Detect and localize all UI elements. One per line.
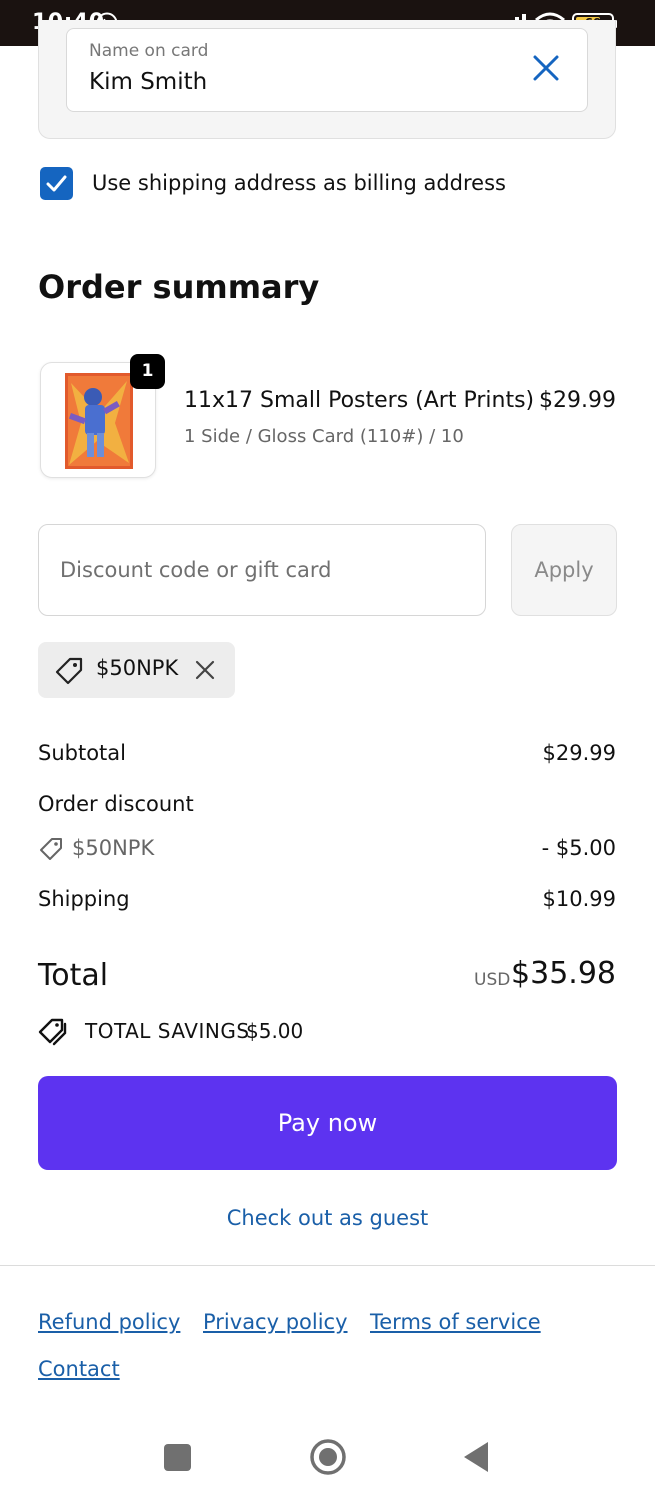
close-icon[interactable]: [531, 53, 561, 83]
discount-code-input[interactable]: [38, 524, 486, 616]
order-discount-label: Order discount: [38, 792, 194, 816]
total-label: Total: [38, 958, 109, 993]
name-on-card-value[interactable]: Kim Smith: [89, 69, 207, 95]
billing-checkbox[interactable]: [40, 167, 73, 200]
name-on-card-label: Name on card: [89, 41, 209, 61]
total-savings-value: $5.00: [246, 1019, 304, 1043]
pay-now-button[interactable]: Pay now: [38, 1076, 617, 1170]
subtotal-label: Subtotal: [38, 741, 126, 765]
contact-link[interactable]: Contact: [38, 1357, 120, 1381]
footer-divider: [0, 1265, 655, 1266]
nav-home-icon[interactable]: [309, 1438, 347, 1476]
tag-icon: [40, 838, 62, 860]
product-variant: 1 Side / Gloss Card (110#) / 10: [184, 426, 464, 447]
billing-label: Use shipping address as billing address: [92, 171, 506, 195]
order-discount-code: $50NPK: [72, 836, 155, 860]
subtotal-value: $29.99: [542, 741, 616, 765]
tag-icon: [55, 657, 83, 685]
shipping-label: Shipping: [38, 887, 130, 911]
product-name: 11x17 Small Posters (Art Prints): [184, 388, 535, 413]
order-discount-value: - $5.00: [541, 836, 616, 860]
product-price: $29.99: [539, 388, 616, 413]
remove-discount-icon[interactable]: [194, 659, 216, 681]
total-savings-label: TOTAL SAVINGS: [85, 1019, 250, 1043]
quantity-badge: 1: [130, 354, 165, 389]
nav-back-icon[interactable]: [462, 1440, 490, 1474]
nav-recents-icon[interactable]: [164, 1444, 191, 1471]
guest-checkout-link[interactable]: Check out as guest: [0, 1206, 655, 1230]
name-on-card-field[interactable]: Name on card Kim Smith: [66, 28, 588, 112]
terms-of-service-link[interactable]: Terms of service: [370, 1310, 541, 1334]
applied-discount-code: $50NPK: [96, 656, 179, 680]
applied-discount-tag: $50NPK: [38, 642, 235, 698]
tags-icon: [38, 1018, 67, 1046]
apply-button[interactable]: Apply: [511, 524, 617, 616]
total-value: $35.98: [511, 956, 616, 991]
checkmark-icon: [46, 175, 67, 192]
shipping-value: $10.99: [542, 887, 616, 911]
total-currency: USD: [474, 970, 511, 990]
refund-policy-link[interactable]: Refund policy: [38, 1310, 180, 1334]
order-summary-title: Order summary: [38, 268, 320, 306]
privacy-policy-link[interactable]: Privacy policy: [203, 1310, 348, 1334]
